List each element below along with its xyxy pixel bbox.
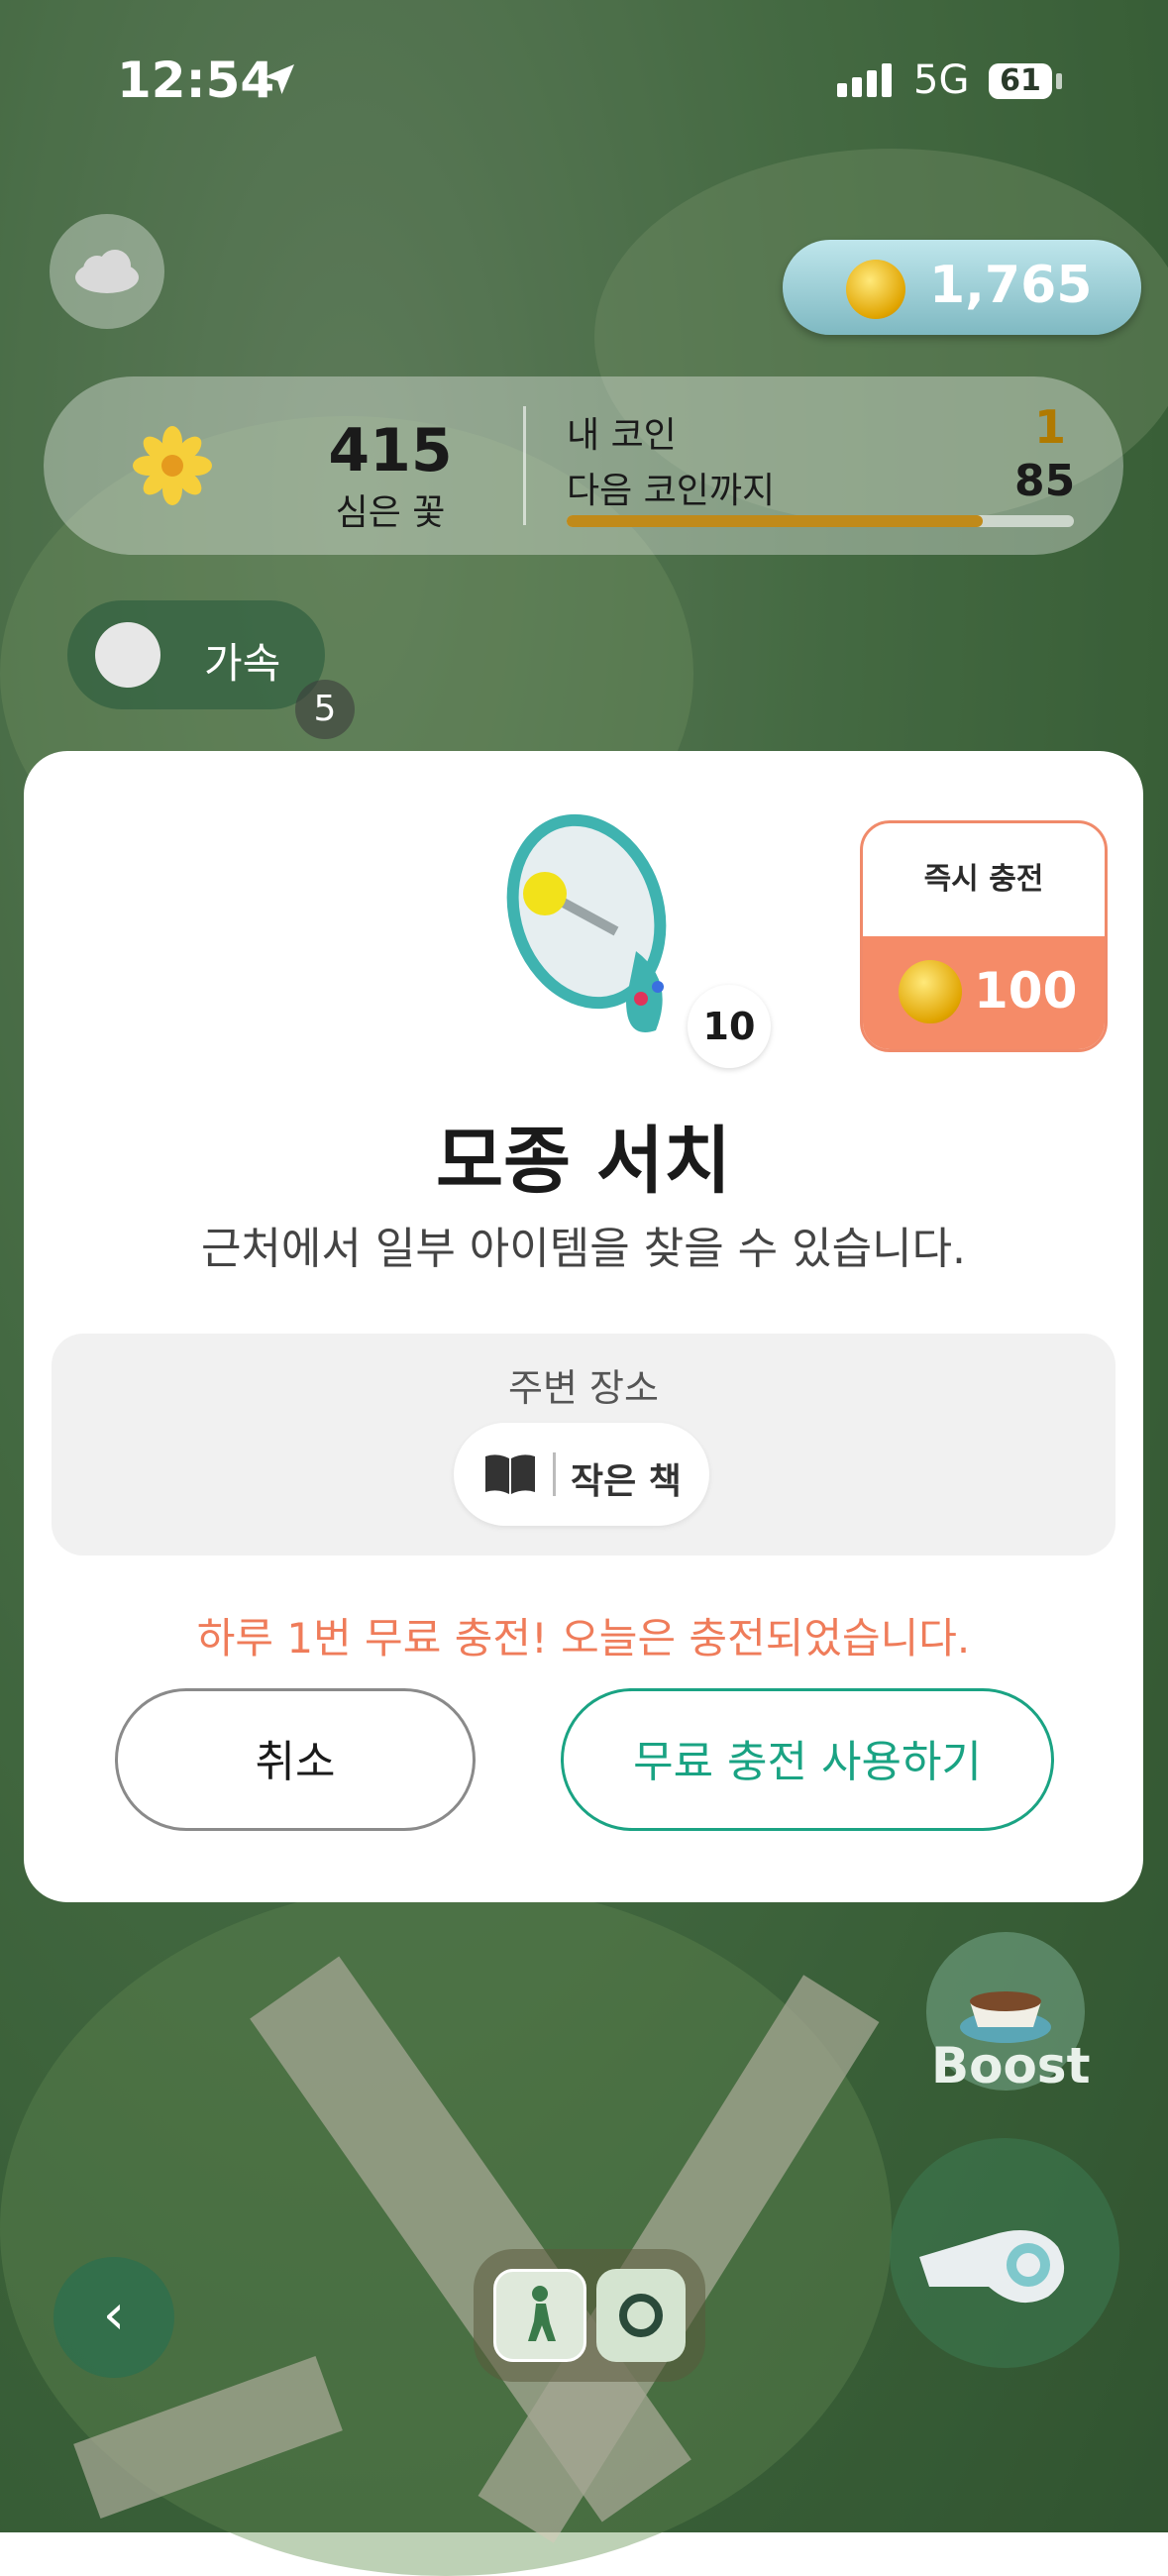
my-coin-label: 내 코인 — [567, 415, 677, 456]
cloud-icon — [75, 250, 139, 293]
chip-separator — [553, 1452, 556, 1496]
instant-charge-button[interactable]: 즉시 충전 100 — [860, 820, 1108, 1052]
my-coin-value: 1 — [1034, 400, 1067, 454]
free-charge-notice: 하루 1번 무료 충전! 오늘은 충전되었습니다. — [196, 1614, 971, 1663]
coin-balance-pill[interactable]: 1,765 — [783, 240, 1141, 335]
speed-up-label: 가속 — [204, 639, 281, 688]
mode-toggle-bar — [474, 2249, 705, 2382]
megaphone-icon — [506, 813, 667, 1032]
next-coin-label: 다음 코인까지 — [567, 471, 776, 511]
progress-fill — [567, 515, 983, 527]
planted-count: 415 — [328, 416, 453, 485]
modal-title: 모종 서치 — [435, 1119, 732, 1204]
back-button[interactable]: ‹ — [53, 2257, 174, 2378]
flower-icon — [133, 426, 212, 505]
nearby-places-title: 주변 장소 — [508, 1366, 659, 1410]
cancel-button[interactable]: 취소 — [115, 1688, 476, 1831]
modal-description: 근처에서 일부 아이템을 찾을 수 있습니다. — [200, 1224, 967, 1274]
next-coin-progress-bar — [567, 515, 1074, 527]
status-bar: 12:54 5G 61 — [0, 52, 1168, 121]
book-icon — [485, 1454, 535, 1494]
walking-person-icon — [528, 2286, 556, 2341]
network-type: 5G — [913, 57, 970, 103]
whistle-button[interactable] — [890, 2138, 1119, 2368]
stats-divider — [523, 406, 526, 525]
battery-level: 61 — [989, 63, 1052, 99]
battery-tip-icon — [1056, 73, 1062, 89]
instant-charge-price: 100 — [974, 962, 1078, 1020]
use-free-charge-button[interactable]: 무료 충전 사용하기 — [561, 1688, 1054, 1831]
whistle-icon — [919, 2230, 1065, 2304]
item-modal: 10 즉시 충전 100 모종 서치 근처에서 일부 아이템을 찾을 수 있습니… — [24, 751, 1143, 1902]
coin-icon — [899, 960, 962, 1023]
map-mode-button[interactable] — [596, 2269, 686, 2362]
boost-label: Boost — [931, 2037, 1091, 2094]
fast-forward-clock-icon — [95, 622, 160, 688]
coin-icon — [846, 260, 905, 319]
map-pin-icon — [619, 2294, 663, 2337]
nearby-place-label: 작은 책 — [571, 1461, 682, 1502]
next-coin-value: 85 — [1014, 456, 1076, 506]
speed-up-button[interactable]: 가속 — [67, 600, 325, 709]
status-time: 12:54 — [117, 52, 275, 109]
speed-count-badge: 5 — [295, 680, 355, 739]
stats-card[interactable]: 415 심은 꽃 내 코인 1 다음 코인까지 85 — [44, 376, 1123, 555]
nearby-places-panel: 주변 장소 작은 책 — [52, 1334, 1115, 1556]
instant-charge-price-area: 100 — [863, 936, 1105, 1049]
cellular-signal-icon — [837, 63, 897, 97]
planted-label: 심은 꽃 — [335, 492, 446, 533]
walk-mode-button[interactable] — [493, 2269, 586, 2362]
coin-balance: 1,765 — [929, 256, 1093, 315]
nearby-place-chip[interactable]: 작은 책 — [454, 1423, 709, 1526]
instant-charge-label: 즉시 충전 — [923, 862, 1044, 897]
location-arrow-icon — [265, 64, 294, 94]
weather-cloud-button[interactable] — [50, 214, 164, 329]
item-count-badge: 10 — [688, 985, 771, 1068]
